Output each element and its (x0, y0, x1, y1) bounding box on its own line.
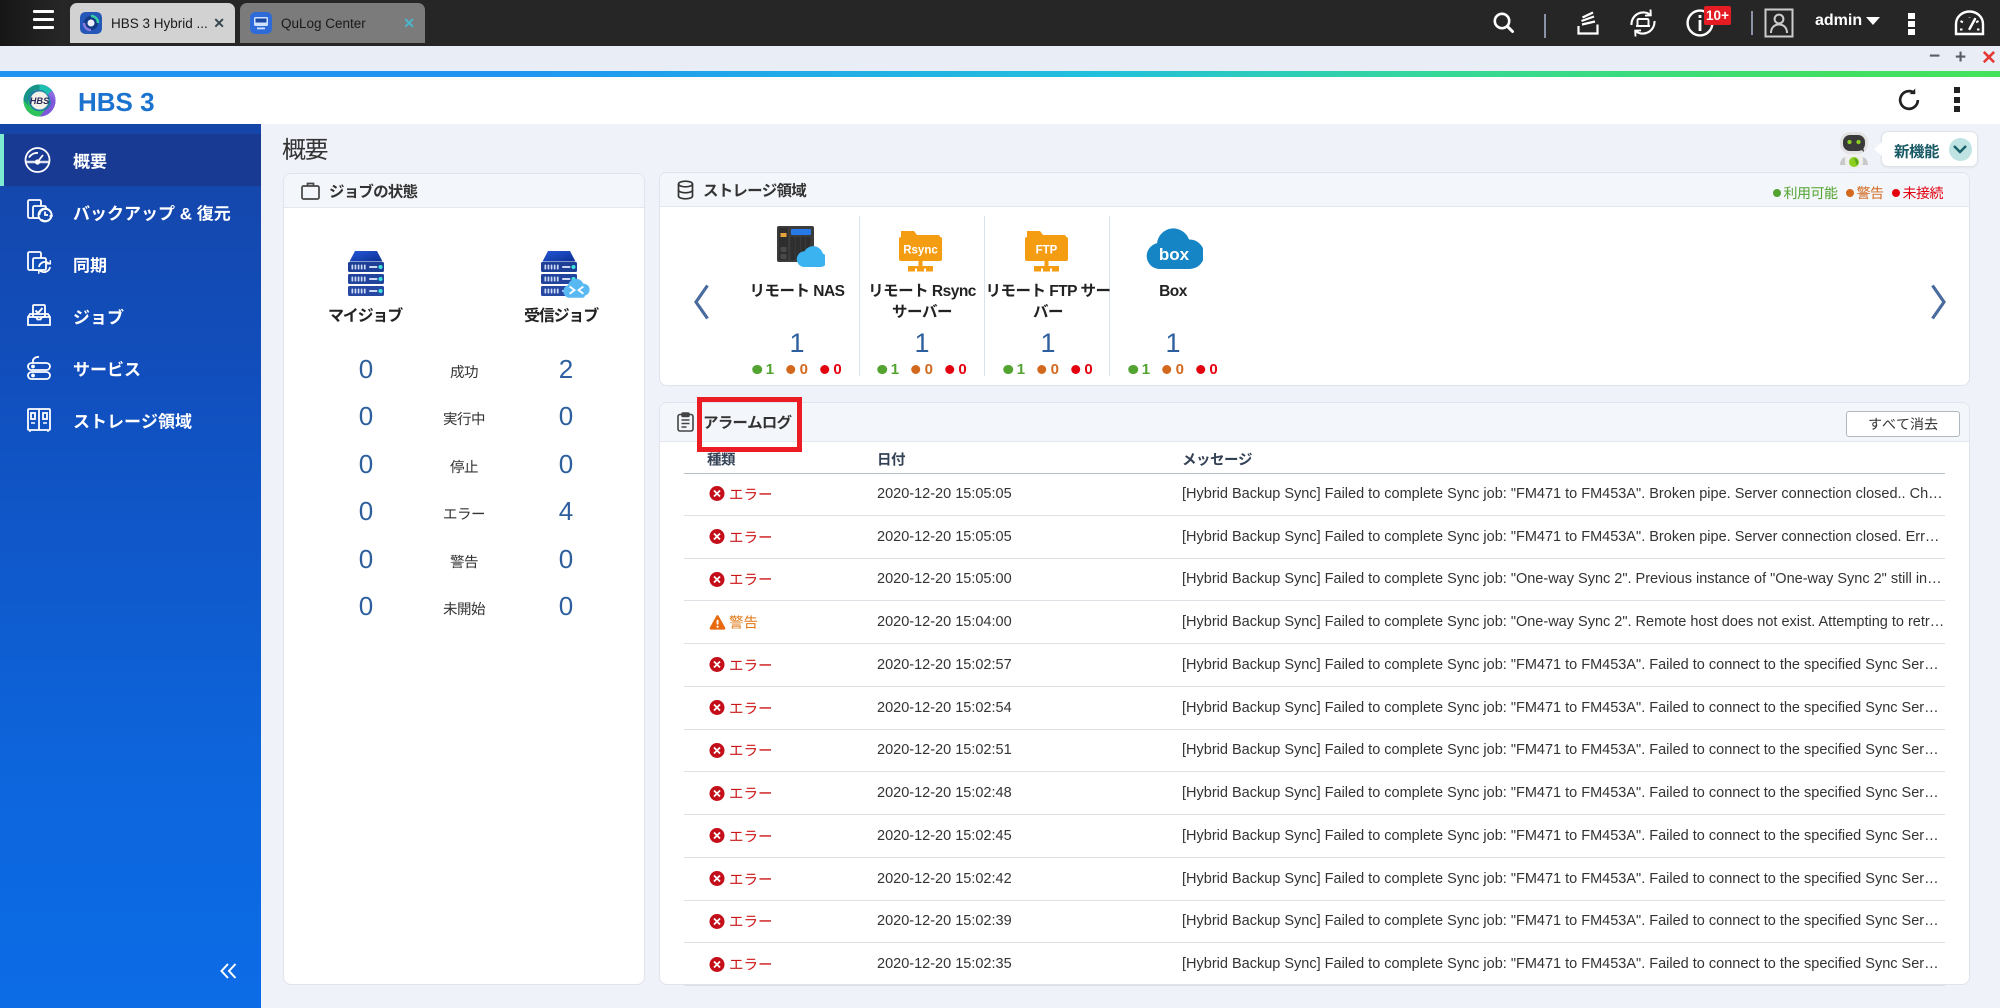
svg-text:HBS: HBS (30, 96, 50, 106)
svg-text:box: box (1159, 245, 1190, 264)
svg-text:FTP: FTP (1036, 245, 1058, 257)
svg-text:Rsync: Rsync (903, 245, 938, 257)
